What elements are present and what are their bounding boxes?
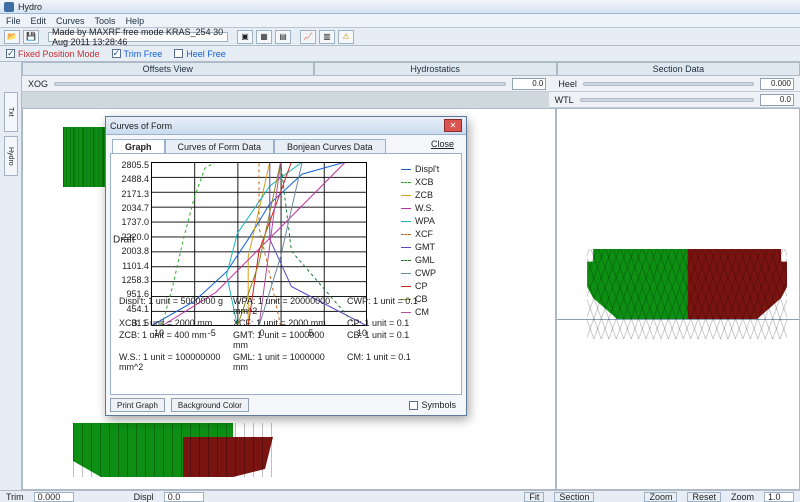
- slider-heel-label: Heel: [558, 79, 577, 89]
- side-btn-1[interactable]: Txt: [4, 92, 18, 132]
- displ-label: Displ: [134, 492, 154, 502]
- dialog-title: Curves of Form: [110, 121, 172, 131]
- tool-save-icon[interactable]: 💾: [23, 30, 39, 44]
- tool-warn-icon[interactable]: ⚠: [338, 30, 354, 44]
- slider-wtl[interactable]: [580, 98, 754, 102]
- curves-dialog: Curves of Form ✕ Close Graph Curves of F…: [105, 116, 467, 416]
- left-toolbar: Txt Hydro: [0, 62, 22, 490]
- chart-legend: Displ'tXCBZCBW.S.WPAXCFGMTGMLCWPCPCBCM: [401, 164, 457, 317]
- trim-label: Trim: [6, 492, 24, 502]
- bg-color-button[interactable]: Background Color: [171, 398, 249, 412]
- status-bar: Trim 0.000 Displ 0.0 Fit Section Zoom Re…: [0, 490, 800, 502]
- mode-strip: Fixed Position Mode Trim Free Heel Free: [0, 46, 800, 62]
- slider-heel-value[interactable]: 0.000: [760, 78, 794, 90]
- slider-heel[interactable]: [583, 82, 754, 86]
- tool-c-icon[interactable]: ▤: [275, 30, 291, 44]
- hull-section-view: [587, 249, 787, 339]
- menu-tools[interactable]: Tools: [95, 16, 116, 26]
- tool-b-icon[interactable]: ▦: [256, 30, 272, 44]
- zoom-label: Zoom: [731, 492, 754, 502]
- tab-graph[interactable]: Graph: [112, 139, 165, 154]
- tool-a-icon[interactable]: ▣: [237, 30, 253, 44]
- hull-profile-view: [73, 423, 273, 479]
- checkbox-icon: [174, 49, 183, 58]
- app-icon: [4, 2, 14, 12]
- section-button[interactable]: Section: [554, 492, 594, 502]
- dialog-titlebar[interactable]: Curves of Form ✕: [106, 117, 466, 135]
- pane-header-offsets: Offsets View: [22, 62, 314, 76]
- slider-xog[interactable]: [54, 82, 506, 86]
- checkbox-icon: [6, 49, 15, 58]
- menu-curves[interactable]: Curves: [56, 16, 85, 26]
- displ-value[interactable]: 0.0: [164, 492, 204, 502]
- pane-header-section: Section Data: [557, 62, 800, 76]
- dialog-tabs: Graph Curves of Form Data Bonjean Curves…: [106, 135, 466, 153]
- slider-wtl-label: WTL: [555, 95, 574, 105]
- menu-edit[interactable]: Edit: [31, 16, 47, 26]
- slider-xog-value[interactable]: 0.0: [512, 78, 546, 90]
- zoom-button[interactable]: Zoom: [644, 492, 677, 502]
- chart-units: Displ't: 1 unit = 5000000 gWPA: 1 unit =…: [119, 296, 453, 372]
- zoom-value[interactable]: 1.0: [764, 492, 794, 502]
- checkbox-icon: [112, 49, 121, 58]
- toolbar: 📂 💾 Made by MAXRF free mode KRAS_254 30 …: [0, 28, 800, 46]
- status-text: Made by MAXRF free mode KRAS_254 30 Aug …: [48, 32, 228, 42]
- slider-xog-label: XOG: [28, 79, 48, 89]
- check-trim-free[interactable]: Trim Free: [112, 49, 163, 59]
- side-btn-2[interactable]: Hydro: [4, 136, 18, 176]
- menu-file[interactable]: File: [6, 16, 21, 26]
- canvas-section[interactable]: [556, 108, 800, 490]
- tool-grid-icon[interactable]: ▥: [319, 30, 335, 44]
- dialog-body: Draft 2805.52488.42171.32034.71737.02220…: [110, 153, 462, 395]
- app-titlebar: Hydro: [0, 0, 800, 14]
- close-icon[interactable]: ✕: [444, 119, 462, 132]
- fit-button[interactable]: Fit: [524, 492, 544, 502]
- checkbox-icon: [409, 401, 418, 410]
- symbols-check[interactable]: Symbols: [409, 400, 456, 410]
- dialog-footer: Print Graph Background Color Symbols: [110, 397, 462, 413]
- pane-header-hydro: Hydrostatics: [314, 62, 557, 76]
- slider-wtl-value[interactable]: 0.0: [760, 94, 794, 106]
- dialog-close-link[interactable]: Close: [431, 139, 454, 149]
- tab-form-data[interactable]: Curves of Form Data: [165, 139, 275, 154]
- tool-open-icon[interactable]: 📂: [4, 30, 20, 44]
- tool-chart-icon[interactable]: 📈: [300, 30, 316, 44]
- print-graph-button[interactable]: Print Graph: [110, 398, 165, 412]
- check-fixed-position[interactable]: Fixed Position Mode: [6, 49, 100, 59]
- check-heel-free[interactable]: Heel Free: [174, 49, 226, 59]
- tab-bonjean-data[interactable]: Bonjean Curves Data: [274, 139, 386, 154]
- menu-help[interactable]: Help: [126, 16, 145, 26]
- trim-value[interactable]: 0.000: [34, 492, 74, 502]
- app-title: Hydro: [18, 2, 42, 12]
- reset-button[interactable]: Reset: [687, 492, 721, 502]
